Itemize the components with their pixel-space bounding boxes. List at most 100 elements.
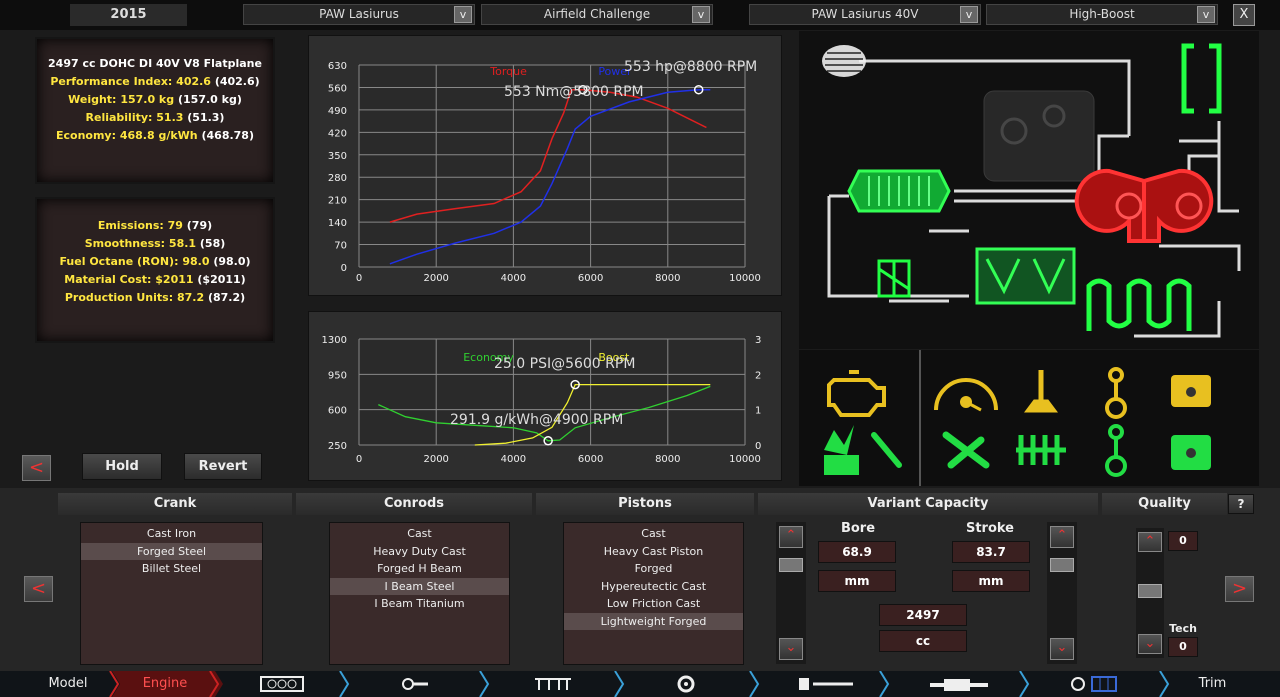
help-button[interactable]: ? — [1228, 494, 1254, 514]
engine-block-icon — [983, 90, 1095, 182]
stroke-down-button[interactable]: ⌄ — [1050, 638, 1074, 660]
nav-trim[interactable]: Trim — [1180, 671, 1245, 697]
bore-slider[interactable]: ⌃ ⌄ — [776, 522, 806, 664]
list-item[interactable]: I Beam Titanium — [330, 595, 509, 613]
intercooler-icon[interactable] — [847, 169, 951, 213]
y-left-tick-label: 600 — [328, 406, 347, 417]
tech-value: 0 — [1168, 637, 1198, 657]
bore-up-button[interactable]: ⌃ — [779, 526, 803, 548]
quality-slider[interactable]: ⌃ ⌄ — [1136, 528, 1164, 658]
chevron-down-icon[interactable]: v — [692, 6, 710, 23]
stroke-unit: mm — [952, 570, 1030, 592]
ignition-icon[interactable] — [824, 425, 859, 475]
engine-select-value: PAW Lasiurus 40V — [811, 7, 919, 21]
quality-down-button[interactable]: ⌄ — [1138, 634, 1162, 654]
engine-select[interactable]: PAW Lasiurus 40V v — [749, 4, 981, 25]
hold-button[interactable]: Hold — [82, 453, 162, 480]
list-item[interactable]: Heavy Duty Cast — [330, 543, 509, 561]
quality-up-button[interactable]: ⌃ — [1138, 532, 1162, 552]
stroke-slider[interactable]: ⌃ ⌄ — [1047, 522, 1077, 664]
air-filter-icon[interactable] — [822, 45, 866, 77]
quality-value: 0 — [1168, 531, 1198, 551]
list-item[interactable]: Cast Iron — [81, 525, 262, 543]
conrod-icon[interactable] — [1105, 367, 1127, 419]
conrods-heading: Conrods — [296, 493, 532, 515]
x-tick-label: 10000 — [729, 454, 761, 465]
nav-fuel-icon[interactable] — [797, 676, 855, 692]
quality-slider-handle[interactable] — [1138, 584, 1162, 598]
turbo-icon[interactable] — [1074, 168, 1214, 243]
piston-green-icon[interactable] — [1171, 435, 1211, 470]
displacement-value: 2497 — [879, 604, 967, 626]
list-item[interactable]: Billet Steel — [81, 560, 262, 578]
bore-slider-handle[interactable] — [779, 558, 803, 572]
list-item[interactable]: Hypereutectic Cast — [564, 578, 743, 596]
list-item[interactable]: Forged Steel — [81, 542, 262, 560]
list-item[interactable]: Lightweight Forged — [564, 612, 743, 630]
list-item[interactable]: Low Friction Cast — [564, 595, 743, 613]
list-item[interactable]: Cast — [564, 525, 743, 543]
camshaft-icon[interactable] — [1016, 435, 1066, 465]
nav-engine[interactable]: Engine — [125, 671, 205, 697]
previous-page-button[interactable]: < — [22, 455, 51, 481]
chevron-down-icon[interactable]: v — [1197, 6, 1215, 23]
list-item[interactable]: I Beam Steel — [330, 577, 509, 595]
list-item[interactable]: Cast — [330, 525, 509, 543]
injector-icon[interactable] — [871, 432, 902, 468]
y-tick-label: 280 — [328, 173, 347, 184]
y-tick-label: 350 — [328, 151, 347, 162]
tools-icon[interactable] — [942, 431, 990, 469]
list-item[interactable]: Heavy Cast Piston — [564, 543, 743, 561]
stats-panel-secondary: Emissions: 79 (79) Smoothness: 58.1 (58)… — [35, 197, 275, 343]
stat-material-cost: Material Cost: $2011 ($2011) — [64, 273, 246, 286]
list-item[interactable]: Forged — [564, 560, 743, 578]
stroke-up-button[interactable]: ⌃ — [1050, 526, 1074, 548]
y-right-tick-label: 0 — [755, 441, 761, 452]
stroke-label: Stroke — [965, 521, 1015, 536]
y-tick-label: 630 — [328, 61, 347, 72]
close-button[interactable]: X — [1233, 4, 1255, 26]
exhaust-manifold-icon[interactable] — [1086, 278, 1192, 331]
prev-parts-button[interactable]: < — [24, 576, 53, 602]
pistons-list: Cast Heavy Cast Piston Forged Hypereutec… — [563, 522, 744, 665]
nav-model[interactable]: Model — [28, 671, 108, 697]
exhaust-pipe-icon[interactable] — [1181, 43, 1222, 114]
boost-gauge-icon[interactable] — [934, 378, 998, 412]
stroke-slider-handle[interactable] — [1050, 558, 1074, 572]
intake-manifold-icon[interactable] — [975, 247, 1076, 305]
nav-top-end-icon[interactable] — [533, 676, 573, 692]
x-tick-label: 6000 — [578, 454, 603, 465]
throttle-icon[interactable] — [877, 259, 911, 298]
y-tick-label: 210 — [328, 196, 347, 207]
chevron-down-icon[interactable]: v — [454, 6, 472, 23]
stat-fuel-octane: Fuel Octane (RON): 98.0 (98.0) — [59, 255, 251, 268]
valve-icon[interactable] — [1024, 370, 1058, 413]
torque-power-chart: 0 2000 4000 6000 8000 10000 0 70 140 210 280 350 420… — [308, 35, 782, 296]
chevron-down-icon[interactable]: v — [960, 6, 978, 23]
nav-tuning-icon[interactable] — [1070, 676, 1118, 692]
challenge-select[interactable]: Airfield Challenge v — [481, 4, 713, 25]
nav-bottom-end-icon[interactable] — [400, 676, 432, 692]
stat-reliability: Reliability: 51.3 (51.3) — [85, 111, 225, 124]
x-tick-label: 0 — [356, 273, 362, 284]
conrods-list: Cast Heavy Duty Cast Forged H Beam I Bea… — [329, 522, 510, 665]
variant-select[interactable]: High-Boost v — [986, 4, 1218, 25]
crank-conrod-icon[interactable] — [1105, 424, 1127, 477]
nav-exhaust-icon[interactable] — [930, 677, 988, 691]
stat-smoothness: Smoothness: 58.1 (58) — [84, 237, 226, 250]
bore-value: 68.9 — [818, 541, 896, 563]
displacement-unit: cc — [879, 630, 967, 652]
y-right-tick-label: 3 — [755, 335, 761, 346]
list-item[interactable]: Forged H Beam — [330, 560, 509, 578]
bore-down-button[interactable]: ⌄ — [779, 638, 803, 660]
y-tick-label: 560 — [328, 83, 347, 94]
engine-warning-icon[interactable] — [827, 370, 886, 417]
nav-block-icon[interactable] — [260, 676, 304, 692]
nav-turbo-icon[interactable] — [674, 675, 698, 693]
model-select[interactable]: PAW Lasiurus v — [243, 4, 475, 25]
piston-icon[interactable] — [1171, 375, 1211, 407]
next-parts-button[interactable]: > — [1225, 576, 1254, 602]
stats-panel-primary: 2497 cc DOHC DI 40V V8 Flatplane Perform… — [35, 37, 275, 184]
revert-button[interactable]: Revert — [184, 453, 262, 480]
plot-area — [359, 339, 745, 445]
